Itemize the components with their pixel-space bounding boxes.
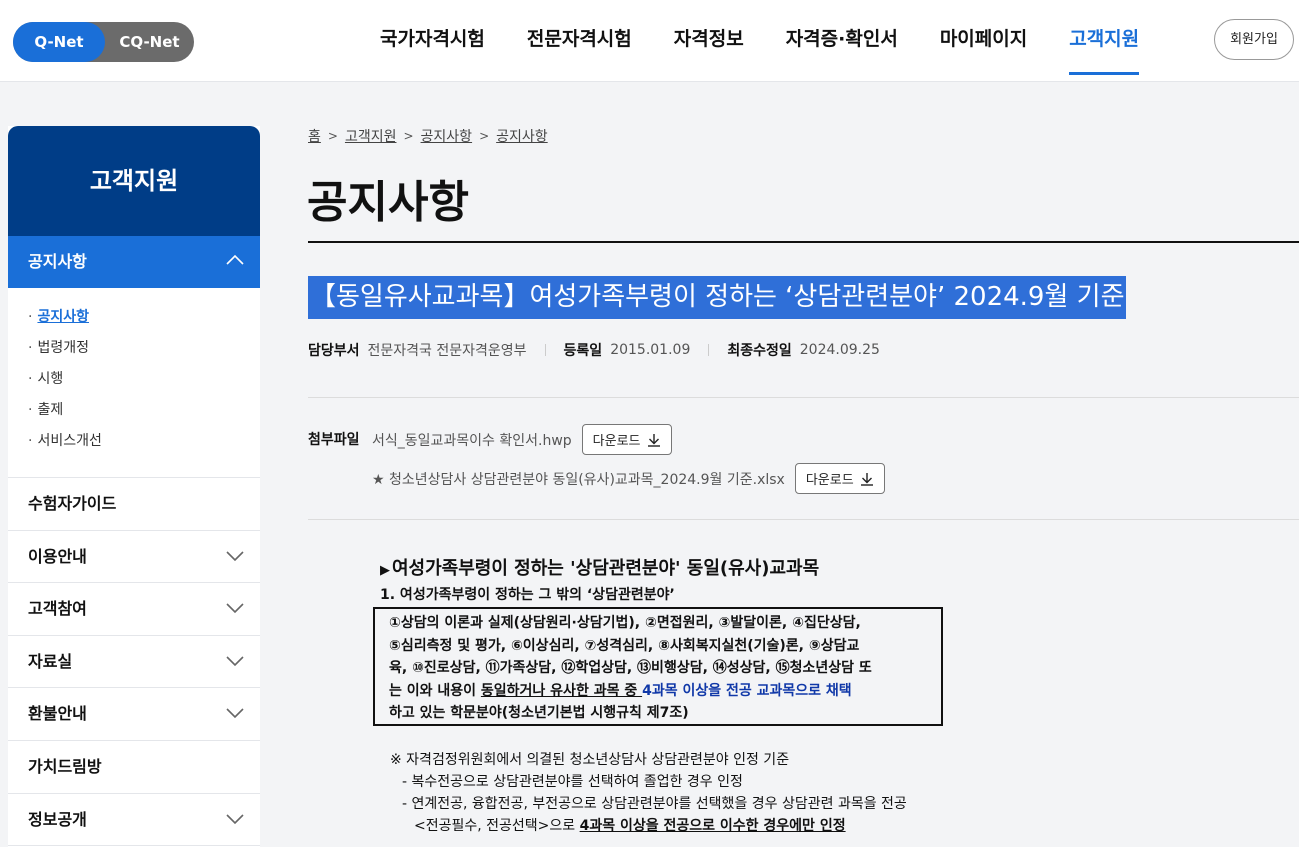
divider [708, 344, 710, 356]
chevron-down-icon [226, 603, 244, 614]
attachment-label: 첨부파일 [308, 432, 360, 448]
note-item: - 복수전공으로 상담관련분야를 선택하여 졸업한 경우 인정 [402, 774, 743, 790]
breadcrumb-customer-support[interactable]: 고객지원 [345, 126, 397, 146]
site-header: Q-Net CQ-Net 국가자격시험 전문자격시험 자격정보 자격증·확인서 … [0, 0, 1299, 82]
reg-date-label: 등록일 [563, 343, 603, 359]
sub-item-question-setting[interactable]: · 출제 [28, 399, 260, 430]
chevron-down-icon [226, 708, 244, 719]
main-nav: 국가자격시험 전문자격시험 자격정보 자격증·확인서 마이페이지 고객지원 [380, 0, 1181, 82]
chevron-down-icon [226, 656, 244, 666]
sub-item-notice[interactable]: · 공지사항 [28, 306, 260, 337]
attachment-row: 서식_동일교과목이수 확인서.hwp 다운로드 [372, 424, 672, 455]
join-button[interactable]: 회원가입 [1214, 19, 1294, 60]
note-heading: ※ 자격검정위원회에서 의결된 청소년상담사 상담관련분야 인정 기준 [390, 752, 790, 768]
nav-customer-support[interactable]: 고객지원 [1069, 0, 1139, 82]
sidebar-item-refund-guide[interactable]: 환불안내 [8, 688, 260, 741]
sub-item-service-improvement[interactable]: · 서비스개선 [28, 430, 260, 461]
sidebar-item-notice[interactable]: 공지사항 [8, 236, 260, 288]
nav-qualification-info[interactable]: 자격정보 [674, 0, 744, 82]
cqnet-tab[interactable]: CQ-Net [105, 22, 194, 62]
net-toggle[interactable]: Q-Net CQ-Net [13, 22, 194, 62]
sub-heading: 1. 여성가족부령이 정하는 그 밖의 ‘상담관련분야’ [380, 587, 675, 603]
post-meta: 담당부서 전문자격국 전문자격운영부 등록일 2015.01.09 최종수정일 … [308, 340, 880, 360]
nav-national-exam[interactable]: 국가자격시험 [380, 0, 485, 82]
attachment-row: ★ 청소년상담사 상담관련분야 동일(유사)교과목_2024.9월 기준.xls… [372, 463, 885, 494]
subject-box: ①상담의 이론과 실제(상담원리·상담기법), ②면접원리, ③발달이론, ④집… [373, 607, 943, 726]
breadcrumb-home[interactable]: 홈 [308, 126, 321, 146]
qnet-tab[interactable]: Q-Net [13, 22, 105, 62]
mod-date-value: 2024.09.25 [799, 342, 880, 358]
breadcrumb-notice-current[interactable]: 공지사항 [496, 126, 548, 146]
divider [308, 519, 1299, 520]
section-heading: ▶ 여성가족부령이 정하는 '상담관련분야' 동일(유사)교과목 [380, 558, 820, 579]
note-item: <전공필수, 전공선택>으로 4과목 이상을 전공으로 이수한 경우에만 인정 [414, 818, 846, 834]
chevron-right-icon: > [479, 129, 490, 143]
reg-date-value: 2015.01.09 [610, 342, 691, 358]
sidebar-item-customer-participation[interactable]: 고객참여 [8, 583, 260, 636]
divider [308, 241, 1299, 243]
attachment-filename: ★ 청소년상담사 상담관련분야 동일(유사)교과목_2024.9월 기준.xls… [372, 471, 785, 488]
download-button[interactable]: 다운로드 [794, 463, 885, 494]
nav-mypage[interactable]: 마이페이지 [940, 0, 1027, 82]
post-body: ▶ 여성가족부령이 정하는 '상담관련분야' 동일(유사)교과목 1. 여성가족부… [373, 556, 1000, 834]
download-icon [647, 433, 660, 447]
sidebar-item-info-disclosure[interactable]: 정보공개 [8, 794, 260, 847]
chevron-down-icon [226, 813, 244, 824]
mod-date-label: 최종수정일 [727, 343, 792, 359]
chevron-right-icon: > [403, 129, 414, 143]
nav-professional-exam[interactable]: 전문자격시험 [527, 0, 632, 82]
sidebar: 고객지원 공지사항 · 공지사항 · 법령개정 · 시행 · 출제 · 서비스개선 수험자… [8, 126, 260, 847]
sidebar-item-label: 공지사항 [28, 252, 87, 271]
sidebar-item-archive[interactable]: 자료실 [8, 636, 260, 689]
sidebar-item-examinee-guide[interactable]: 수험자가이드 [8, 478, 260, 531]
sidebar-item-value-dream-room[interactable]: 가치드림방 [8, 741, 260, 794]
attachment-filename: 서식_동일교과목이수 확인서.hwp [372, 432, 572, 449]
sub-item-enforcement[interactable]: · 시행 [28, 368, 260, 399]
dept-value: 전문자격국 전문자격운영부 [367, 343, 527, 359]
sidebar-title: 고객지원 [8, 126, 260, 236]
divider [544, 344, 546, 356]
nav-certificate[interactable]: 자격증·확인서 [786, 0, 898, 82]
download-icon [860, 472, 873, 486]
breadcrumb-notice[interactable]: 공지사항 [421, 126, 473, 146]
chevron-right-icon: > [327, 129, 338, 143]
dept-label: 담당부서 [308, 343, 360, 359]
download-button[interactable]: 다운로드 [581, 424, 672, 455]
note-item: - 연계전공, 융합전공, 부전공으로 상담관련분야를 선택했을 경우 상담관련… [402, 796, 907, 812]
notes: ※ 자격검정위원회에서 의결된 청소년상담사 상담관련분야 인정 기준 - 복수… [390, 749, 907, 837]
post-title: 【동일유사교과목】여성가족부령이 정하는 ‘상담관련분야’ 2024.9월 기준 [308, 276, 1127, 319]
chevron-down-icon [226, 551, 244, 561]
sub-item-law-revision[interactable]: · 법령개정 [28, 337, 260, 368]
breadcrumb: 홈 > 고객지원 > 공지사항 > 공지사항 [308, 126, 548, 146]
sidebar-sub-list: · 공지사항 · 법령개정 · 시행 · 출제 · 서비스개선 [8, 288, 260, 478]
triangle-right-icon: ▶ [380, 563, 390, 578]
divider [308, 397, 1299, 398]
page-title: 공지사항 [307, 177, 469, 228]
chevron-up-icon [226, 254, 244, 265]
sidebar-item-usage-guide[interactable]: 이용안내 [8, 531, 260, 584]
